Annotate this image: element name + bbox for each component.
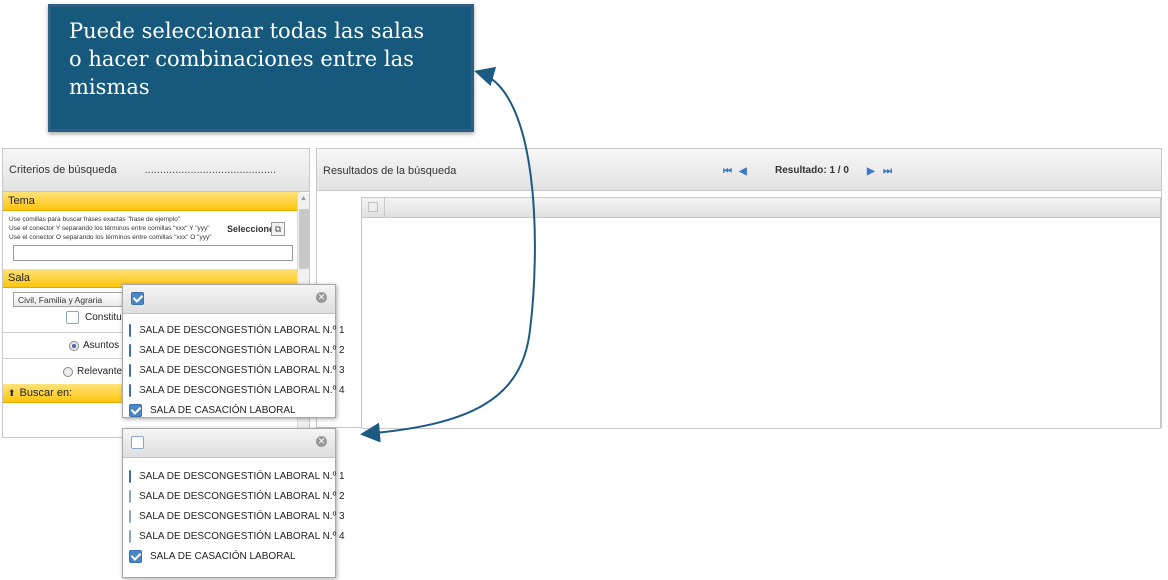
connector-arrow <box>360 66 536 443</box>
